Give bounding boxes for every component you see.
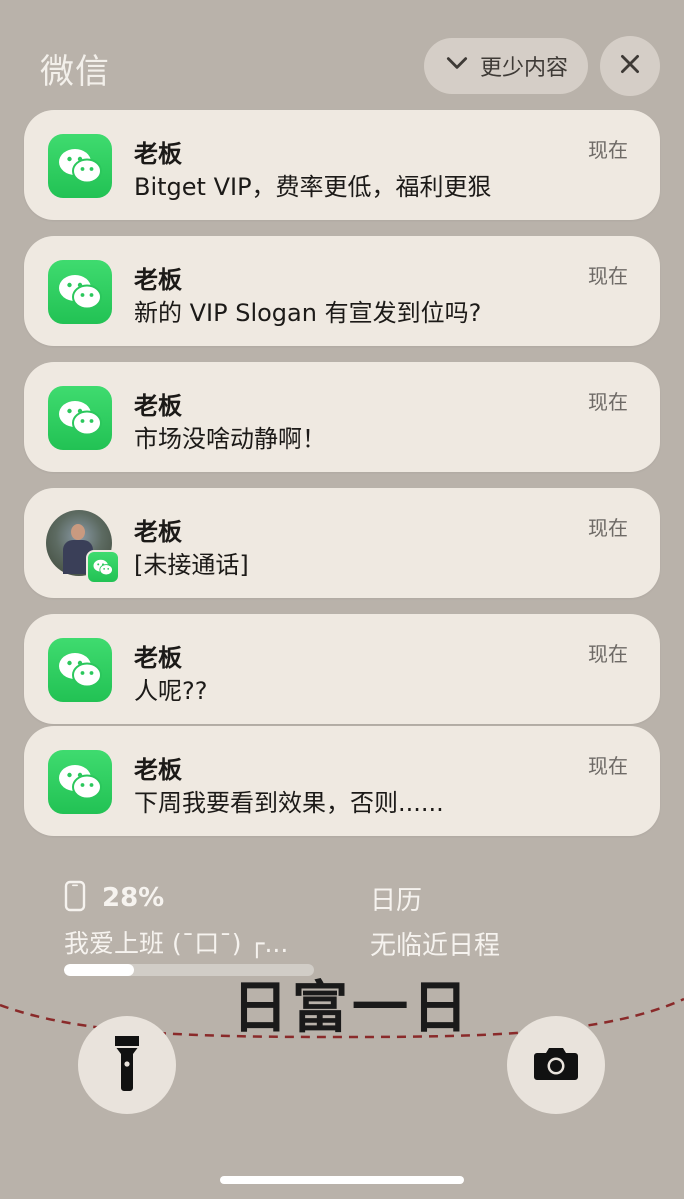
flashlight-icon <box>112 1034 142 1096</box>
camera-icon <box>533 1045 579 1085</box>
battery-percent: 28% <box>102 883 165 913</box>
app-group-title: 微信 <box>40 52 110 92</box>
notification-header: 微信 更少内容 <box>0 0 684 100</box>
notification-message: 人呢?? <box>134 677 208 705</box>
overlay-caption-text: 日富一日 <box>232 976 472 1041</box>
phone-battery-icon <box>64 880 86 916</box>
notification-message: 新的 VIP Slogan 有宣发到位吗? <box>134 299 482 327</box>
notification-message: 下周我要看到效果，否则...... <box>134 789 444 817</box>
notification-message: [未接通话] <box>134 551 249 579</box>
close-button[interactable] <box>600 36 660 96</box>
contact-avatar <box>46 510 120 584</box>
notification-time: 现在 <box>588 516 628 540</box>
wechat-badge-icon <box>86 550 120 584</box>
wechat-icon <box>48 134 112 198</box>
wechat-icon <box>48 260 112 324</box>
show-less-button[interactable]: 更少内容 <box>424 38 588 94</box>
close-icon <box>617 51 643 81</box>
notification-time: 现在 <box>588 754 628 778</box>
flashlight-button[interactable] <box>78 1016 176 1114</box>
notification-card[interactable]: 老板 下周我要看到效果，否则...... 现在 <box>24 726 660 836</box>
notification-time: 现在 <box>588 390 628 414</box>
notification-message: Bitget VIP，费率更低，福利更狠 <box>134 173 492 201</box>
notification-sender: 老板 <box>134 756 182 784</box>
wechat-icon <box>48 750 112 814</box>
notification-message: 市场没啥动静啊！ <box>134 425 326 453</box>
notification-sender: 老板 <box>134 392 182 420</box>
home-indicator[interactable] <box>220 1176 464 1184</box>
wechat-icon <box>48 386 112 450</box>
camera-button[interactable] <box>507 1016 605 1114</box>
calendar-subtitle: 无临近日程 <box>370 931 501 961</box>
notification-time: 现在 <box>588 138 628 162</box>
show-less-label: 更少内容 <box>479 56 568 81</box>
notification-sender: 老板 <box>134 644 182 672</box>
notification-sender: 老板 <box>134 266 182 294</box>
notification-card[interactable]: 老板 新的 VIP Slogan 有宣发到位吗? 现在 <box>24 236 660 346</box>
notification-card[interactable]: 老板 人呢?? 现在 <box>24 614 660 724</box>
chevron-down-icon <box>444 50 470 82</box>
avatar-person-head <box>71 524 85 540</box>
notification-sender: 老板 <box>134 518 182 546</box>
notification-card[interactable]: 老板 Bitget VIP，费率更低，福利更狠 现在 <box>24 110 660 220</box>
notification-sender: 老板 <box>134 140 182 168</box>
wechat-icon <box>48 638 112 702</box>
battery-caption: 我爱上班 (¯口¯) ┌... <box>64 929 289 958</box>
battery-row: 28% <box>64 880 324 916</box>
notification-time: 现在 <box>588 264 628 288</box>
notification-card[interactable]: 老板 市场没啥动静啊！ 现在 <box>24 362 660 472</box>
notification-time: 现在 <box>588 642 628 666</box>
calendar-title: 日历 <box>370 886 423 916</box>
notification-card[interactable]: 老板 [未接通话] 现在 <box>24 488 660 598</box>
battery-widget[interactable]: 28% 我爱上班 (¯口¯) ┌... <box>64 880 324 976</box>
calendar-widget[interactable]: 日历 无临近日程 <box>370 880 500 962</box>
